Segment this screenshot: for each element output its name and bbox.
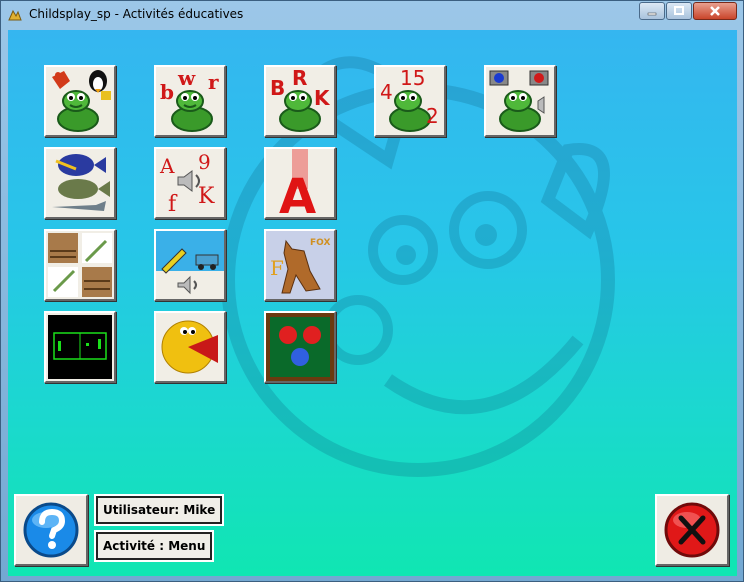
help-button[interactable]: [14, 494, 88, 566]
letter-b: b: [160, 80, 174, 104]
numbers-tile[interactable]: 4 15 2: [374, 65, 446, 137]
letter-f: f: [168, 192, 178, 217]
title-bar[interactable]: Childsplay_sp - Activités éducatives: [1, 1, 743, 29]
number-2: 2: [426, 104, 439, 128]
letter-flash-tile[interactable]: A: [264, 147, 336, 219]
letter-w: w: [177, 67, 196, 90]
letters-with-speaker-icon: A 9 f K: [159, 150, 215, 217]
fox-icon: FOX F: [266, 231, 334, 299]
letter-B: B: [270, 76, 285, 100]
app-icon: [8, 9, 22, 21]
letter-r: r: [208, 70, 219, 94]
turtle-with-numbers-icon: 4 15 2: [380, 67, 439, 132]
turtle-with-letters-icon: b w r: [160, 67, 219, 132]
quit-button[interactable]: [655, 494, 729, 566]
fish-tile[interactable]: [44, 147, 116, 219]
letter-9: 9: [198, 150, 211, 174]
activity-label: Activité : Menu: [93, 530, 215, 562]
rocket-and-car-icon: [156, 231, 224, 295]
billiards-tile[interactable]: [264, 311, 336, 383]
red-letter-icon: A: [279, 149, 316, 217]
fox-tile[interactable]: FOX F: [264, 229, 336, 301]
fox-word: FOX: [310, 238, 330, 248]
app-window: Childsplay_sp - Activités éducatives b w…: [0, 0, 744, 582]
minimize-icon: [647, 12, 657, 16]
maximize-icon: [674, 6, 684, 15]
billiard-balls-icon: [266, 313, 334, 381]
turtle-with-buttons-icon: [489, 70, 549, 132]
letter-A: A: [159, 154, 175, 178]
maximize-button[interactable]: [666, 2, 692, 20]
letter-K: K: [314, 86, 331, 110]
activity-area: b w r B R K 4 15 2 A 9 f K A FOX F Utili…: [8, 30, 737, 576]
travel-tile[interactable]: [154, 229, 226, 301]
letter-A: A: [279, 169, 316, 217]
letter-F: F: [270, 256, 284, 280]
sound-memory-tile[interactable]: [484, 65, 556, 137]
fish-icon: [52, 154, 110, 211]
puzzle-tile[interactable]: [44, 229, 116, 301]
letter-R: R: [292, 67, 307, 90]
letter-K: K: [198, 184, 215, 209]
pacman-tile[interactable]: [154, 311, 226, 383]
pong-tile[interactable]: [44, 311, 116, 383]
puzzle-icon: [48, 233, 112, 297]
letter-sounds-tile[interactable]: A 9 f K: [154, 147, 226, 219]
pong-icon: [48, 315, 112, 379]
memory-game-tile[interactable]: [44, 65, 116, 137]
pacman-icon: [161, 320, 218, 374]
window-title: Childsplay_sp - Activités éducatives: [29, 7, 244, 21]
close-x-icon: [664, 502, 720, 558]
minimize-button[interactable]: [639, 2, 665, 20]
uppercase-letters-tile[interactable]: B R K: [264, 65, 336, 137]
user-label: Utilisateur: Mike: [93, 494, 225, 526]
number-4: 4: [380, 80, 393, 104]
number-15: 15: [400, 67, 425, 90]
close-window-button[interactable]: [693, 2, 737, 20]
turtle-with-crab-and-penguin-icon: [52, 70, 111, 132]
question-icon: [23, 502, 79, 558]
lowercase-letters-tile[interactable]: b w r: [154, 65, 226, 137]
turtle-with-letters-icon: B R K: [270, 67, 331, 132]
close-icon: [710, 6, 720, 16]
